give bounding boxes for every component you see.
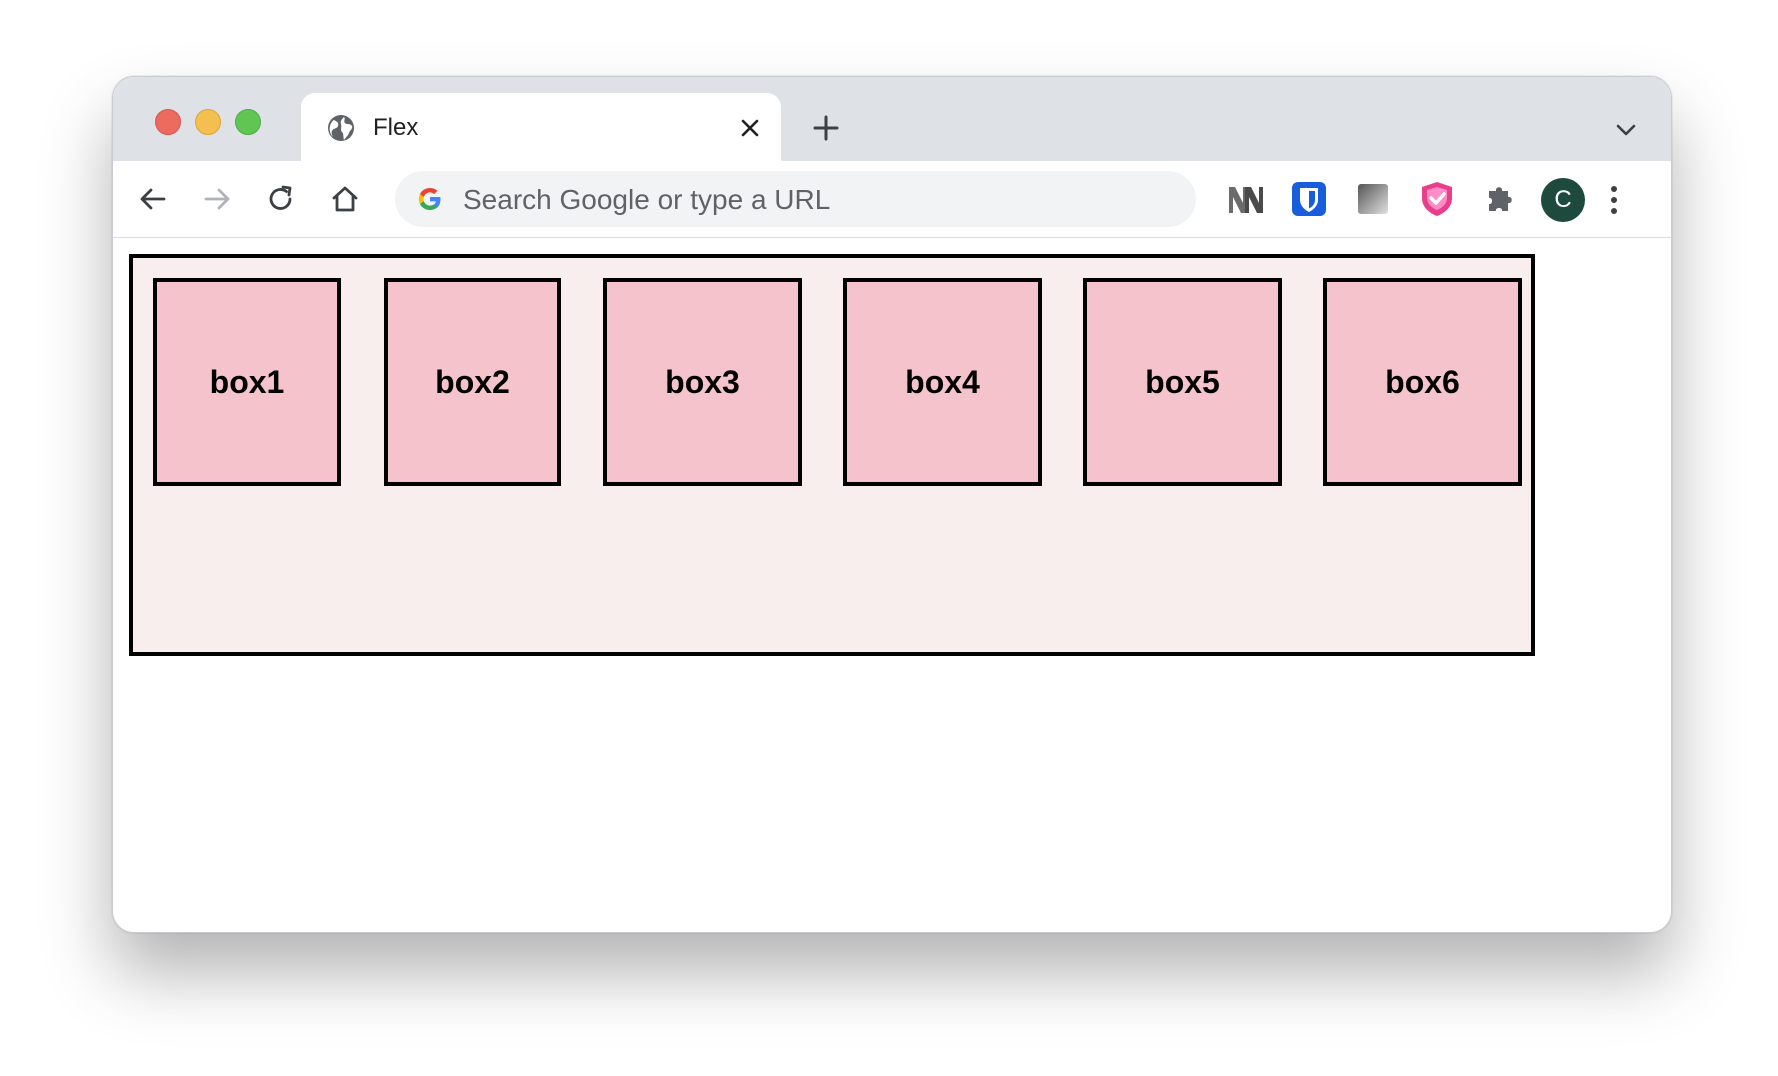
browser-toolbar: Search Google or type a URL C [113,161,1671,238]
box-6: box6 [1323,278,1522,486]
box-2: box2 [384,278,561,486]
chevron-down-icon[interactable] [1613,117,1639,143]
google-icon [418,188,441,210]
home-icon[interactable] [329,183,361,215]
box-4: box4 [843,278,1042,486]
close-window-button[interactable] [155,109,181,135]
page-content: box1 box2 box3 box4 box5 box6 [113,238,1671,932]
arrow-left-icon[interactable] [137,183,169,215]
minimize-window-button[interactable] [195,109,221,135]
box-5: box5 [1083,278,1282,486]
flex-container: box1 box2 box3 box4 box5 box6 [129,254,1535,656]
kebab-menu-icon[interactable] [1608,183,1620,217]
tab-flex[interactable]: Flex [301,93,781,161]
tab-bar: Flex [113,77,1671,161]
zoom-window-button[interactable] [235,109,261,135]
address-bar[interactable]: Search Google or type a URL [395,171,1196,227]
profile-avatar[interactable]: C [1541,178,1585,222]
arrow-right-icon[interactable] [201,183,233,215]
close-icon[interactable] [737,115,763,141]
tab-title: Flex [373,114,419,141]
reload-icon[interactable] [265,183,297,215]
plus-icon[interactable] [811,113,841,143]
nn-extension-icon[interactable] [1225,179,1265,219]
bitwarden-icon[interactable] [1289,179,1329,219]
shield-heart-icon[interactable] [1417,179,1457,219]
address-bar-placeholder: Search Google or type a URL [463,184,831,215]
box-3: box3 [603,278,802,486]
gradient-extension-icon[interactable] [1353,179,1393,219]
box-1: box1 [153,278,341,486]
puzzle-icon[interactable] [1481,179,1521,219]
globe-icon [328,115,354,141]
browser-window: Flex Search Google or type a URL C box1 … [112,76,1672,933]
